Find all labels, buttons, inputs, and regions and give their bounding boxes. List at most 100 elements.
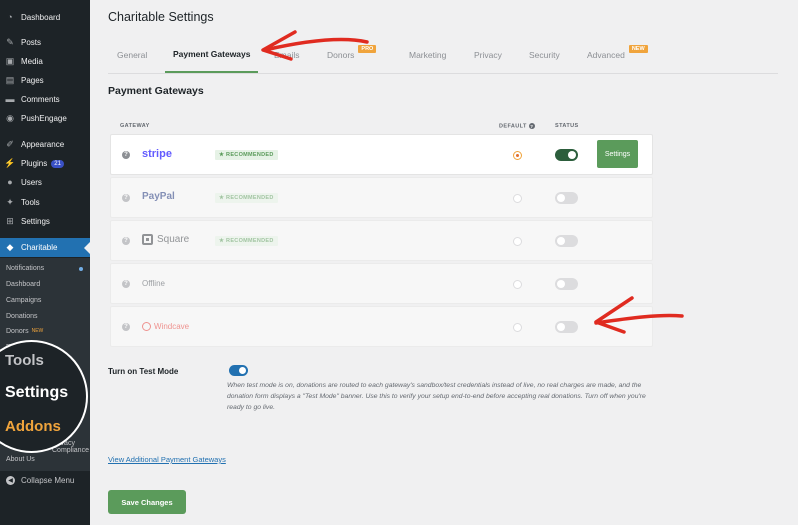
brush-icon: ✐ [6, 139, 14, 149]
sidebar-item-charitable[interactable]: ◆ Charitable [0, 238, 90, 257]
gateway-status-toggle[interactable] [555, 149, 578, 161]
help-icon[interactable]: ? [122, 194, 130, 202]
sidebar-item-comments[interactable]: ▬ Comments [0, 90, 90, 109]
tab-marketing[interactable]: Marketing [409, 36, 446, 73]
user-icon: ● [7, 177, 13, 187]
windcave-logo-icon [142, 322, 151, 331]
tab-advanced[interactable]: Advanced NEW [587, 36, 648, 73]
plugin-update-count: 21 [51, 159, 64, 168]
column-header-default: DEFAULT? [499, 123, 535, 129]
media-icon: ▣ [5, 56, 15, 66]
sidebar-item-label: Media [21, 57, 43, 66]
settings-tabs: General Payment Gateways Emails Donors P… [108, 36, 688, 73]
gateway-status-toggle[interactable] [555, 192, 578, 204]
charitable-icon: ◆ [6, 242, 14, 252]
gateway-row-windcave: ? Windcave [110, 306, 653, 347]
submenu-item-dashboard[interactable]: Dashboard [6, 281, 40, 288]
zoom-addons-label: Addons [5, 418, 61, 435]
tab-security[interactable]: Security [529, 36, 560, 73]
recommended-badge: ★ RECOMMENDED [215, 236, 278, 246]
gateway-status-toggle[interactable] [555, 321, 578, 333]
help-icon[interactable]: ? [122, 237, 130, 245]
sidebar-item-tools[interactable]: ✦ Tools [0, 193, 90, 212]
default-gateway-radio[interactable] [513, 151, 522, 160]
submenu-item-label: Donors [6, 328, 29, 335]
collapse-menu-button[interactable]: ◀ Collapse Menu [0, 471, 90, 490]
sidebar-item-appearance[interactable]: ✐ Appearance [0, 135, 90, 154]
recommended-badge: ★ RECOMMENDED [215, 150, 278, 160]
save-changes-button[interactable]: Save Changes [108, 490, 186, 514]
help-icon[interactable]: ? [528, 123, 535, 129]
default-gateway-radio[interactable] [513, 237, 522, 246]
pages-icon: ▤ [5, 75, 15, 85]
gateway-name: Square [157, 234, 190, 245]
gateway-row-square: ? Square ★ RECOMMENDED [110, 220, 653, 261]
help-icon[interactable]: ? [122, 151, 130, 159]
test-mode-toggle[interactable] [229, 365, 248, 376]
sidebar-item-label: Settings [21, 217, 50, 226]
sidebar-item-label: Users [21, 178, 42, 187]
gateway-row-offline: ? Offline [110, 263, 653, 304]
sidebar-item-plugins[interactable]: ⚡ Plugins 21 [0, 154, 90, 173]
recommended-badge: ★ RECOMMENDED [215, 193, 278, 203]
zoom-settings-label: Settings [5, 384, 69, 401]
tab-general[interactable]: General [117, 36, 147, 73]
sidebar-item-label: Plugins [21, 159, 48, 168]
square-logo-icon [142, 234, 153, 245]
help-icon[interactable]: ? [122, 280, 130, 288]
page-title: Charitable Settings [108, 10, 214, 24]
submenu-item-about-us[interactable]: About Us [6, 456, 35, 463]
new-badge: NEW [628, 45, 648, 53]
dashboard-icon: ◔ [7, 12, 13, 22]
gateway-settings-button[interactable]: Settings [597, 140, 638, 168]
sidebar-item-label: Comments [21, 95, 60, 104]
gateway-logo-paypal: PayPal [142, 191, 175, 202]
notification-dot [79, 267, 83, 271]
default-gateway-radio[interactable] [513, 194, 522, 203]
column-header-status: STATUS [555, 123, 579, 129]
submenu-item-notifications[interactable]: Notifications [6, 265, 44, 272]
plugin-icon: ⚡ [4, 158, 16, 168]
tab-privacy[interactable]: Privacy [474, 36, 502, 73]
annotation-arrow-windcave [594, 296, 684, 334]
submenu-item-campaigns[interactable]: Campaigns [6, 297, 41, 304]
sidebar-item-users[interactable]: ● Users [0, 173, 90, 192]
help-icon[interactable]: ? [122, 323, 130, 331]
sidebar-item-dashboard[interactable]: ◔ Dashboard [0, 8, 90, 27]
default-gateway-radio[interactable] [513, 323, 522, 332]
submenu-item-donations[interactable]: Donations [6, 313, 38, 320]
wrench-icon: ✦ [6, 197, 14, 207]
pin-icon: ✎ [6, 37, 14, 47]
sidebar-item-label: Appearance [21, 140, 65, 149]
view-additional-gateways-link[interactable]: View Additional Payment Gateways [108, 455, 226, 464]
gateway-logo-windcave: Windcave [142, 322, 189, 331]
test-mode-description: When test mode is on, donations are rout… [227, 382, 646, 411]
tab-payment-gateways[interactable]: Payment Gateways [165, 36, 259, 73]
test-mode-label: Turn on Test Mode [108, 367, 179, 376]
annotation-arrow-tab [261, 30, 369, 61]
section-title: Payment Gateways [108, 85, 204, 97]
sidebar-item-label: Pages [21, 76, 44, 85]
tabs-divider [108, 73, 778, 74]
sidebar-item-settings[interactable]: ⊞ Settings [0, 212, 90, 231]
gateway-row-paypal: ? PayPal ★ RECOMMENDED [110, 177, 653, 218]
main-content: Charitable Settings General Payment Gate… [90, 0, 798, 525]
tab-label: Advanced [587, 49, 625, 60]
gateway-status-toggle[interactable] [555, 278, 578, 290]
settings-icon: ⊞ [6, 216, 14, 226]
column-header-label: DEFAULT [499, 123, 527, 130]
zoom-tools-label: Tools [5, 352, 44, 369]
sidebar-item-label: Dashboard [21, 13, 61, 22]
broadcast-icon: ◉ [6, 113, 14, 123]
sidebar-item-posts[interactable]: ✎ Posts [0, 33, 90, 52]
default-gateway-radio[interactable] [513, 280, 522, 289]
sidebar-item-pages[interactable]: ▤ Pages [0, 71, 90, 90]
gateway-name: Windcave [154, 322, 190, 331]
column-header-gateway: GATEWAY [120, 123, 150, 129]
sidebar-item-pushengage[interactable]: ◉ PushEngage [0, 109, 90, 128]
gateway-status-toggle[interactable] [555, 235, 578, 247]
collapse-icon: ◀ [6, 476, 15, 485]
gateway-name-offline: Offline [142, 279, 165, 288]
sidebar-item-media[interactable]: ▣ Media [0, 52, 90, 71]
submenu-item-donors[interactable]: Donors NEW [6, 328, 43, 335]
